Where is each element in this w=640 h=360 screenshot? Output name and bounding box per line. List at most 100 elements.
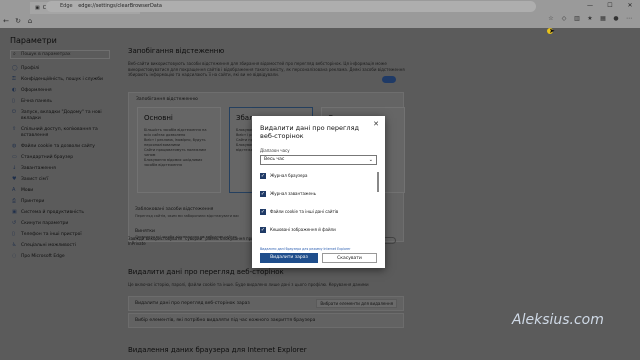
settings-sidebar: Параметри ⌕ Пошук в параметрах ◯ Профілі ⚿… [10, 36, 110, 262]
sidebar-item[interactable]: ⎙ Принтери [10, 196, 110, 207]
search-placeholder: Пошук в параметрах [21, 52, 71, 57]
option-line: Сайти працюватимуть належним чином [144, 148, 206, 157]
search-icon: ⌕ [13, 51, 16, 57]
profile-icon[interactable]: ● [611, 15, 621, 22]
sidebar-item-label: Телефон та інші пристрої [21, 231, 82, 237]
settings-title: Параметри [10, 36, 57, 45]
option-line: Блокування відомих шкідливих засобів від… [144, 158, 203, 167]
share-icon: ⇪ [12, 126, 17, 132]
settings-search-input[interactable]: ⌕ Пошук в параметрах [10, 50, 110, 59]
clear-data-section-title: Видалити дані про перегляд веб-сторінок [128, 268, 284, 276]
sidebar-item[interactable]: ◌ Про Microsoft Edge [10, 251, 110, 262]
minimize-button[interactable]: — [580, 0, 600, 12]
download-icon: ↓ [12, 165, 17, 171]
sidebar-item-label: Стандартний браузер [21, 154, 74, 160]
option-line: Більшість засобів відстеження на всіх са… [144, 128, 207, 137]
ie-clear-link[interactable]: Видалити дані браузера для режиму Intern… [260, 247, 350, 251]
more-icon[interactable]: ⋯ [624, 15, 634, 22]
split-screen-icon[interactable]: ▥ [572, 15, 582, 22]
sidebar-item-label: Оформлення [21, 87, 52, 93]
mouse-pointer-icon: ➤ [549, 27, 555, 35]
address-bar[interactable]: Edge edge://settings/clearBrowserData [46, 1, 536, 12]
time-range-value: Весь час [264, 157, 285, 162]
lock-icon: ⚿ [12, 76, 16, 82]
sidebar-item[interactable]: ◯ Профілі [10, 63, 110, 74]
cookie-icon: ◍ [12, 143, 17, 149]
tracking-card-title: Запобігання відстеженню [136, 97, 198, 102]
option-basic[interactable]: Основні Більшість засобів відстеження на… [137, 107, 221, 193]
tracking-prevention-toggle[interactable] [382, 76, 396, 83]
check-label: Журнал браузера [270, 173, 308, 178]
home-icon[interactable]: ⌂ [24, 17, 36, 25]
checkbox-checked-icon[interactable]: ✓ [260, 209, 266, 215]
cancel-button[interactable]: Скасувати [322, 253, 377, 263]
sidebar-item[interactable]: ▣ Система й продуктивність [10, 207, 110, 218]
tab-favicon-icon: ▣ [35, 5, 40, 11]
clear-on-close-row[interactable]: Вибір елементів, які потрібно видаляти п… [128, 313, 404, 328]
exceptions-title[interactable]: Винятки [135, 229, 155, 234]
clear-now-label: Видалити дані про перегляд веб-сторінок … [135, 301, 250, 306]
choose-items-button[interactable]: Вибрати елементи для видалення [316, 299, 397, 308]
sidebar-item-label: Про Microsoft Edge [21, 253, 65, 259]
time-range-select[interactable]: Весь час ⌄ [260, 155, 377, 165]
collections-icon[interactable]: ▦ [598, 15, 608, 22]
checkbox-checked-icon[interactable]: ✓ [260, 173, 266, 179]
sidebar-item-label: Захист сім'ї [21, 176, 49, 182]
sidebar-item[interactable]: ↓ Завантаження [10, 163, 110, 174]
accessibility-icon: ♿ [12, 242, 17, 248]
reset-icon: ↺ [12, 220, 17, 226]
sidebar-item[interactable]: ▯ Телефон та інші пристрої [10, 229, 110, 240]
clear-data-description: Це включає історію, паролі, файли cookie… [128, 282, 369, 287]
clear-on-close-label: Вибір елементів, які потрібно видаляти п… [135, 318, 316, 323]
sidebar-item-label: Завантаження [21, 165, 56, 171]
blocked-trackers-title[interactable]: Заблоковані засоби відстеження [135, 207, 213, 212]
maximize-button[interactable]: ☐ [600, 0, 620, 12]
toolbar-icons: ☆ ◇ ▥ ★ ▦ ● ⋯ [546, 15, 634, 22]
family-icon: ♥ [12, 176, 17, 182]
edge-icon: ◌ [12, 253, 17, 259]
dialog-scrollbar[interactable] [377, 172, 379, 192]
check-cookies[interactable]: ✓ Файли cookie та інші дані сайтів [260, 209, 372, 215]
sidebar-item[interactable]: ⚿ Конфіденційність, пошук і служби [10, 74, 110, 85]
sidebar-item[interactable]: ♥ Захист сім'ї [10, 174, 110, 185]
address-label: Edge [60, 3, 73, 9]
check-cached-images[interactable]: ✓ Кешовані зображення й файли [260, 227, 372, 233]
check-browsing-history[interactable]: ✓ Журнал браузера [260, 173, 372, 179]
close-window-button[interactable]: ✕ [620, 0, 640, 12]
checkbox-checked-icon[interactable]: ✓ [260, 227, 266, 233]
sidebar-item-label: Спільний доступ, копіювання та вставленн… [21, 126, 98, 138]
sidebar-item-label: Конфіденційність, пошук і служби [21, 76, 103, 82]
check-download-history[interactable]: ✓ Журнал завантажень [260, 191, 372, 197]
back-icon[interactable]: ← [0, 17, 12, 25]
sidebar-item[interactable]: ⏻ Запуск, вкладки "Додому" та нові вкладк… [10, 107, 110, 124]
sidebar-item[interactable]: ◐ Оформлення [10, 85, 110, 96]
sidebar-item[interactable]: ▯ Бічна панель [10, 96, 110, 107]
extensions-icon[interactable]: ◇ [559, 15, 569, 22]
system-icon: ▣ [12, 209, 17, 215]
blocked-trackers-desc: Перегляд сайтів, яким ми заборонили відс… [135, 214, 240, 218]
address-row: ← ↻ ⌂ [0, 14, 640, 28]
favorites-icon[interactable]: ★ [585, 15, 595, 22]
refresh-icon[interactable]: ↻ [12, 17, 24, 25]
tracking-section-title: Запобігання відстеженню [128, 47, 225, 55]
checkbox-checked-icon[interactable]: ✓ [260, 191, 266, 197]
favorite-star-icon[interactable]: ☆ [546, 15, 556, 22]
phone-icon: ▯ [12, 231, 15, 237]
sidebar-item[interactable]: ♿ Спеціальні можливості [10, 240, 110, 251]
dialog-title: Видалити дані про перегляд веб-сторінок [260, 124, 359, 140]
clear-now-button[interactable]: Видалити зараз [260, 253, 318, 263]
sidebar-item-label: Запуск, вкладки "Додому" та нові вкладки [21, 109, 102, 121]
palette-icon: ◐ [12, 87, 17, 93]
clear-data-dialog: Видалити дані про перегляд веб-сторінок … [252, 116, 385, 268]
window-controls: — ☐ ✕ [580, 0, 640, 12]
sidebar-item[interactable]: A Мови [10, 185, 110, 196]
printer-icon: ⎙ [12, 198, 17, 204]
sidebar-item[interactable]: ◍ Файли cookie та дозволи сайту [10, 141, 110, 152]
sidebar-item[interactable]: ▭ Стандартний браузер [10, 152, 110, 163]
sidebar-item[interactable]: ⇪ Спільний доступ, копіювання та вставлен… [10, 124, 110, 141]
sidebar-item-label: Скинути параметри [21, 220, 69, 226]
check-label: Кешовані зображення й файли [270, 227, 336, 232]
close-icon[interactable]: ✕ [373, 120, 379, 128]
sidebar-nav: ◯ Профілі ⚿ Конфіденційність, пошук і служб… [10, 63, 110, 262]
sidebar-item[interactable]: ↺ Скинути параметри [10, 218, 110, 229]
